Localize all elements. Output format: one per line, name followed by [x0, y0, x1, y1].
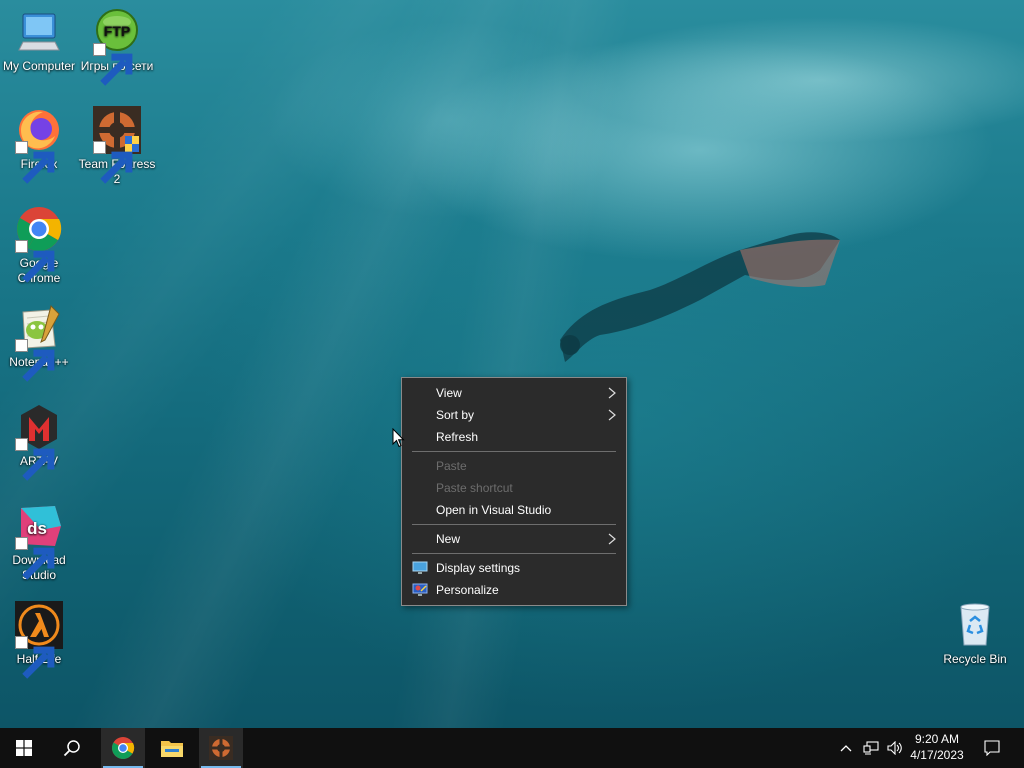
menu-item-display-settings[interactable]: Display settings [402, 557, 626, 579]
volume-button[interactable] [884, 728, 906, 768]
search-button[interactable] [50, 728, 94, 768]
menu-item-paste: Paste [402, 455, 626, 477]
chevron-right-icon [608, 409, 616, 421]
clock-time: 9:20 AM [914, 732, 960, 746]
menu-item-refresh[interactable]: Refresh [402, 426, 626, 448]
firefox-icon [15, 106, 63, 184]
show-hidden-icons-button[interactable] [836, 728, 856, 768]
chrome-icon [112, 737, 135, 759]
shortcut-arrow-icon [15, 339, 55, 382]
search-icon [63, 740, 80, 757]
notifications-icon [984, 740, 1000, 756]
clock-date: 4/17/2023 [910, 748, 964, 762]
shortcut-arrow-icon [93, 43, 133, 86]
taskbar-chrome[interactable] [101, 728, 145, 768]
menu-item-label: Sort by [436, 408, 475, 422]
svg-text:ds: ds [27, 519, 47, 538]
notifications-button[interactable] [976, 728, 1008, 768]
desktop-icon-firefox[interactable]: Firefox [0, 106, 78, 184]
wallpaper-diver [560, 232, 840, 362]
display-settings-icon [412, 561, 428, 574]
volume-icon [887, 741, 902, 755]
menu-separator [412, 553, 616, 554]
menu-item-label: Paste [436, 459, 467, 473]
menu-separator [412, 524, 616, 525]
computer-icon [15, 8, 63, 56]
menu-item-label: View [436, 386, 462, 400]
desktop-icon-my-computer[interactable]: My Computer [0, 8, 78, 74]
desktop-context-menu: View Sort by Refresh Paste Paste shortcu… [401, 377, 627, 606]
menu-item-personalize[interactable]: Personalize [402, 579, 626, 601]
menu-item-paste-shortcut: Paste shortcut [402, 477, 626, 499]
desktop-icon-label: My Computer [2, 59, 76, 73]
chevron-up-icon [840, 745, 852, 752]
network-icon [863, 741, 879, 755]
file-explorer-icon [161, 741, 183, 757]
svg-text:FTP: FTP [104, 23, 130, 39]
desktop-icon-games-online[interactable]: FTP Игры по сети [78, 8, 156, 86]
desktop-icon-notepad-plus-plus[interactable]: Notepad++ [0, 304, 78, 382]
menu-separator [412, 451, 616, 452]
desktop-icon-team-fortress-2[interactable]: Team Fortress 2 [78, 106, 156, 187]
menu-item-label: Personalize [436, 583, 499, 597]
menu-item-open-in-visual-studio[interactable]: Open in Visual Studio [402, 499, 626, 521]
desktop-icon-download-studio[interactable]: ds Download Studio [0, 502, 78, 583]
menu-item-label: Open in Visual Studio [436, 503, 552, 517]
shortcut-arrow-icon [15, 537, 55, 580]
start-icon [16, 740, 32, 756]
desktop-icon-half-life[interactable]: Half-Life [0, 601, 78, 679]
recycle-bin-icon [951, 601, 999, 649]
menu-item-new[interactable]: New [402, 528, 626, 550]
shortcut-arrow-icon [15, 141, 55, 184]
menu-item-label: Refresh [436, 430, 479, 444]
shortcut-arrow-icon [15, 240, 55, 283]
shortcut-arrow-icon [15, 636, 55, 679]
menu-item-view[interactable]: View [402, 382, 626, 404]
shortcut-arrow-icon [15, 438, 55, 481]
chevron-right-icon [608, 533, 616, 545]
taskbar: 9:20 AM 4/17/2023 [0, 728, 1024, 768]
desktop-icon-google-chrome[interactable]: Google Chrome [0, 205, 78, 286]
team-fortress-2-icon [93, 106, 141, 184]
team-fortress-2-icon [209, 736, 233, 760]
notepad-plus-plus-icon [15, 304, 63, 382]
chevron-right-icon [608, 387, 616, 399]
clock[interactable]: 9:20 AM 4/17/2023 [905, 731, 969, 763]
personalize-icon [412, 583, 428, 596]
ftp-icon: FTP [93, 8, 141, 86]
half-life-icon [15, 601, 63, 679]
artav-icon [15, 403, 63, 481]
desktop-icon-recycle-bin[interactable]: Recycle Bin [936, 601, 1014, 667]
menu-item-sort-by[interactable]: Sort by [402, 404, 626, 426]
desktop-icon-artav[interactable]: ARTAV [0, 403, 78, 481]
menu-item-label: New [436, 532, 461, 546]
menu-item-label: Display settings [436, 561, 521, 575]
menu-item-label: Paste shortcut [436, 481, 513, 495]
desktop-icon-label: Recycle Bin [943, 652, 1007, 666]
download-studio-icon: ds [15, 502, 63, 580]
mouse-cursor-icon [392, 428, 405, 448]
taskbar-team-fortress-2[interactable] [199, 728, 243, 768]
shortcut-arrow-icon [93, 141, 133, 184]
start-button[interactable] [2, 728, 46, 768]
taskbar-file-explorer[interactable] [150, 728, 194, 768]
network-button[interactable] [860, 728, 882, 768]
chrome-icon [15, 205, 63, 283]
